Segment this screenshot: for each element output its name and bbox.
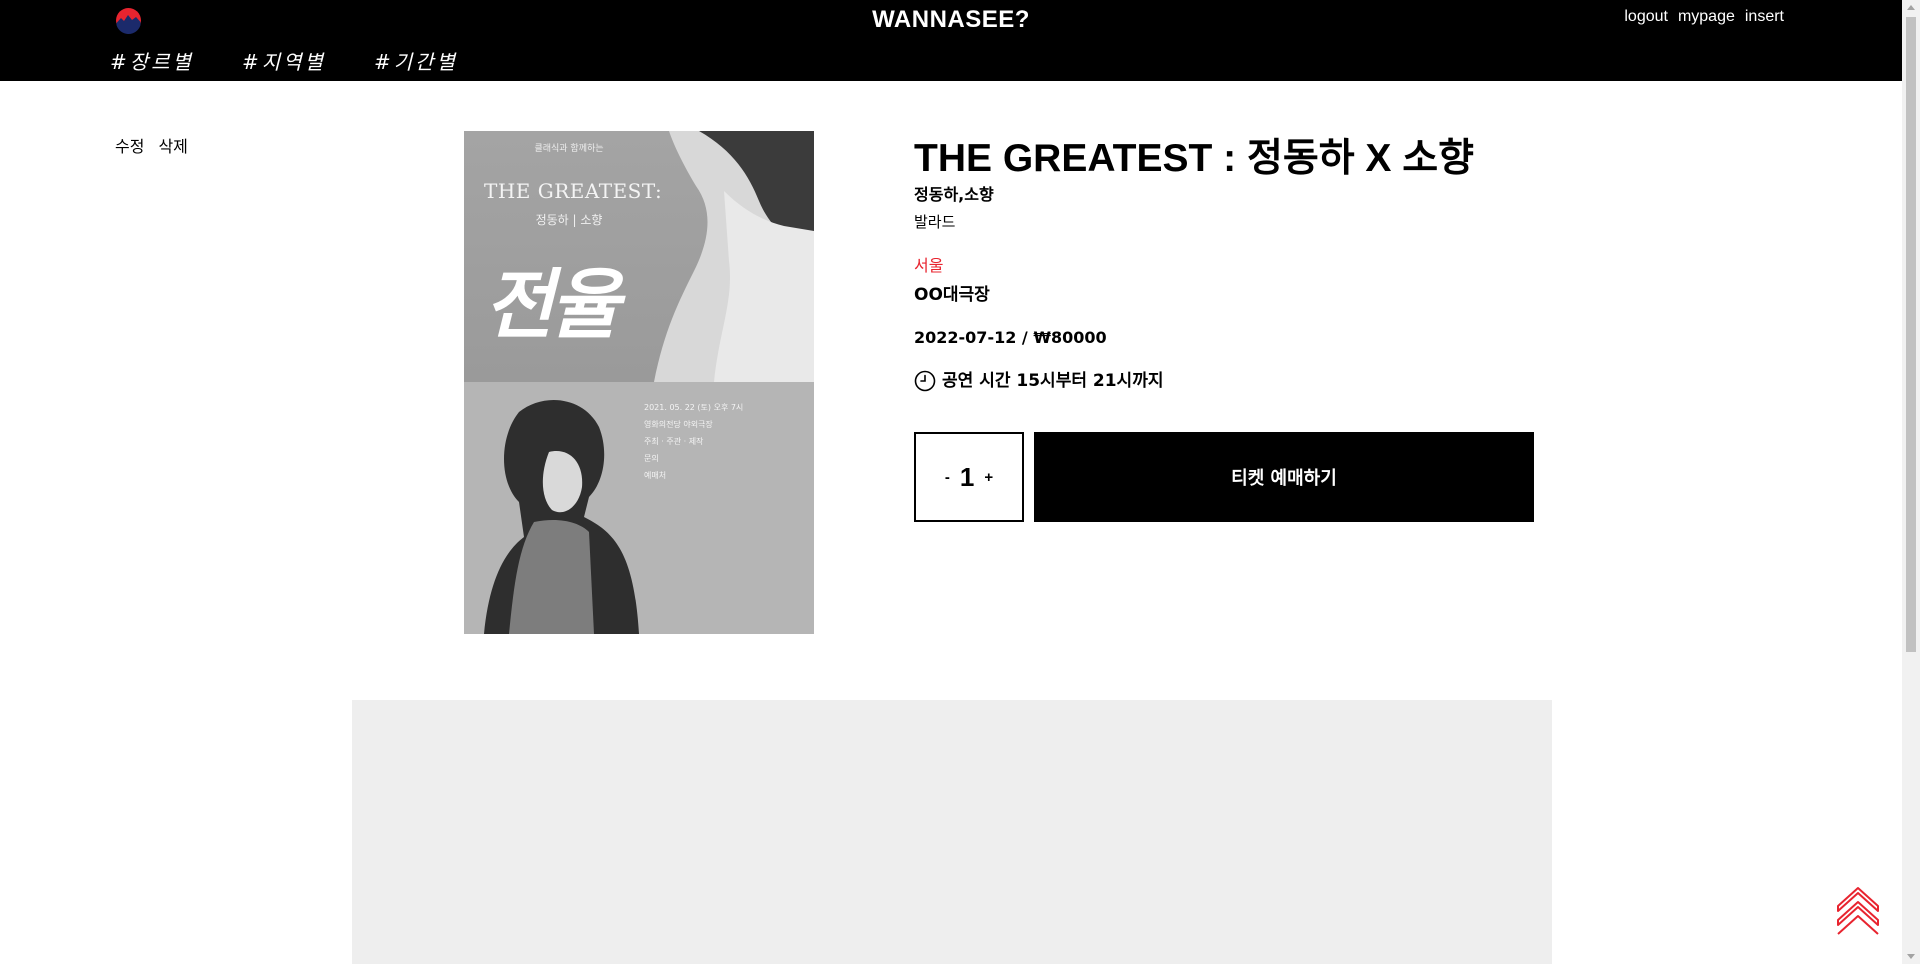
scroll-up-arrow-icon[interactable] [1907, 5, 1915, 10]
poster-top-panel: 클래식과 함께하는 THE GREATEST: 정동하 | 소향 전율 [464, 131, 814, 382]
quantity-decrease-button[interactable]: - [945, 469, 950, 486]
logout-link[interactable]: logout [1624, 8, 1668, 26]
edit-link[interactable]: 수정 [115, 133, 144, 157]
performance-genre: 발라드 [914, 213, 956, 231]
book-ticket-button[interactable]: 티켓 예매하기 [1034, 432, 1534, 522]
performance-venue: OO대극장 [914, 285, 990, 305]
performance-time: 공연 시간 15시부터 21시까지 [914, 369, 1534, 393]
delete-link[interactable]: 삭제 [158, 133, 187, 157]
account-links: logout mypage insert [1624, 8, 1784, 26]
site-title[interactable]: WANNASEE? [0, 6, 1902, 34]
poster-calligraphy: 전율 [484, 260, 620, 349]
quantity-stepper: - 1 + [914, 432, 1024, 522]
poster-subtitle: 클래식과 함께하는 [534, 144, 604, 154]
insert-link[interactable]: insert [1745, 8, 1784, 26]
booking-row: - 1 + 티켓 예매하기 [914, 432, 1534, 522]
poster-names: 정동하 | 소향 [535, 213, 603, 227]
quantity-increase-button[interactable]: + [984, 469, 993, 486]
scroll-to-top-button[interactable] [1835, 884, 1881, 936]
performance-artist: 정동하,소향 [914, 185, 994, 204]
performance-detail: THE GREATEST : 정동하 X 소향 정동하,소향 발라드 서울 OO… [914, 135, 1534, 393]
scrollbar-thumb[interactable] [1906, 17, 1916, 652]
concert-poster: 클래식과 함께하는 THE GREATEST: 정동하 | 소향 전율 2021… [464, 131, 814, 634]
performance-date-price: 2022-07-12 / ₩80000 [914, 328, 1107, 347]
category-nav: #장르별 #지역별 #기간별 [110, 46, 458, 75]
top-header: WANNASEE? logout mypage insert #장르별 #지역별… [0, 0, 1902, 81]
nav-period[interactable]: #기간별 [374, 46, 458, 75]
admin-actions: 수정 삭제 [115, 133, 188, 157]
poster-title: THE GREATEST: [484, 179, 663, 203]
mypage-link[interactable]: mypage [1678, 8, 1735, 26]
clock-icon [914, 370, 936, 392]
nav-genre[interactable]: #장르별 [110, 46, 194, 75]
performance-region: 서울 [914, 256, 944, 275]
nav-region[interactable]: #지역별 [242, 46, 326, 75]
description-panel [352, 700, 1552, 964]
quantity-value: 1 [959, 461, 975, 492]
performance-title: THE GREATEST : 정동하 X 소향 [914, 137, 1475, 180]
vertical-scrollbar[interactable] [1902, 0, 1920, 964]
performance-time-text: 공연 시간 15시부터 21시까지 [942, 371, 1164, 391]
poster-info: 2021. 05. 22 (토) 오후 7시 영화의전당 야외극장 주최 · 주… [644, 403, 744, 480]
scroll-down-arrow-icon[interactable] [1907, 954, 1915, 959]
double-chevron-up-icon [1837, 887, 1879, 935]
